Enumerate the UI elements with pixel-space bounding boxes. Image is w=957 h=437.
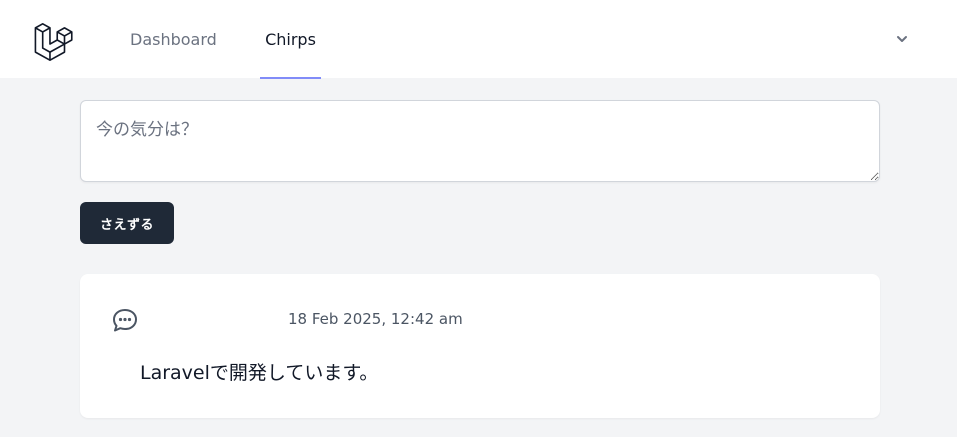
chat-bubble-icon xyxy=(113,309,137,332)
submit-chirp-button[interactable]: さえずる xyxy=(80,202,174,244)
chirp-timestamp: 18 Feb 2025, 12:42 am xyxy=(288,310,463,328)
chirp-card: 18 Feb 2025, 12:42 am Laravelで開発しています。 xyxy=(80,274,880,418)
nav-link-chirps[interactable]: Chirps xyxy=(260,0,321,79)
chirp-message: Laravelで開発しています。 xyxy=(140,362,379,384)
top-navbar: Dashboard Chirps xyxy=(0,0,957,79)
chirp-message-input[interactable] xyxy=(80,100,880,182)
chevron-down-icon[interactable] xyxy=(892,29,912,49)
nav-link-dashboard[interactable]: Dashboard xyxy=(130,0,217,79)
laravel-logo-icon[interactable] xyxy=(33,19,75,61)
